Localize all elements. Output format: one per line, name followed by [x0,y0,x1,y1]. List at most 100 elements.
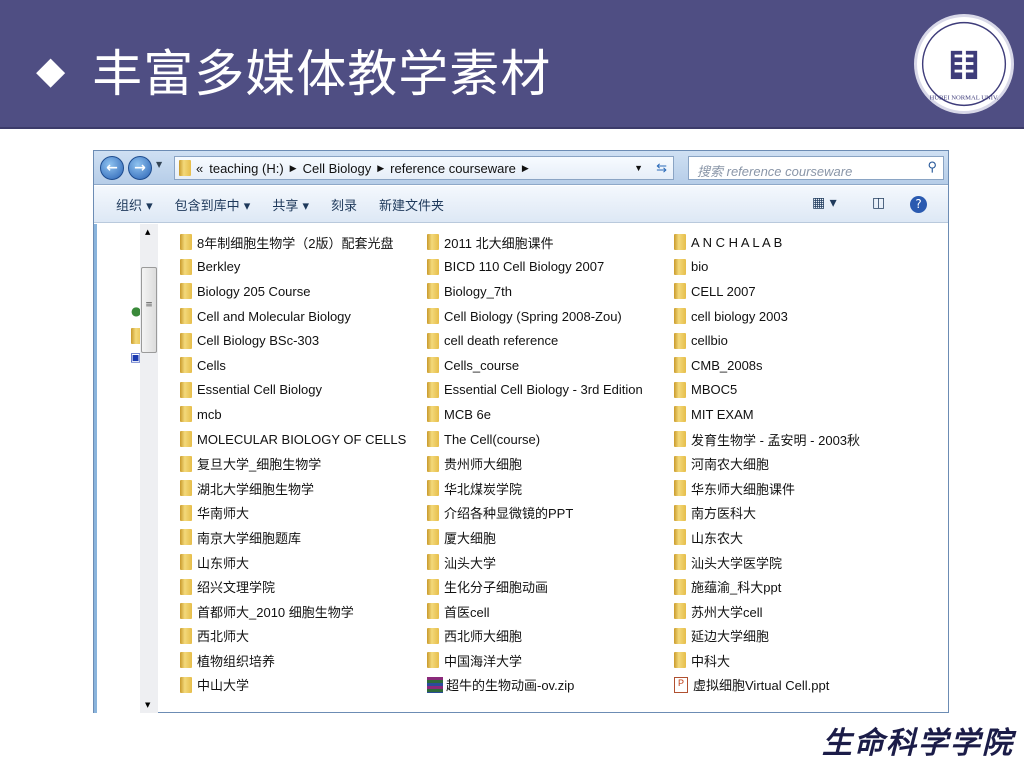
file-item[interactable]: Cells_course [427,353,674,378]
search-icon[interactable]: ⚲ [927,159,937,175]
file-item[interactable]: 厦大细胞 [427,525,674,550]
file-item[interactable]: A N C H A L A B [674,230,874,255]
file-item[interactable]: Biology 205 Course [180,279,427,304]
file-item[interactable]: 中科大 [674,648,874,673]
folder-icon [674,603,686,620]
title-text: 丰富多媒体教学素材 [92,45,552,103]
chevron-right-icon[interactable]: ▶ [290,163,297,174]
file-name: MIT EXAM [691,406,754,422]
file-item[interactable]: CMB_2008s [674,353,874,378]
file-item[interactable]: Cell and Molecular Biology [180,304,427,329]
file-item[interactable]: 华南师大 [180,501,427,526]
back-button[interactable]: ← [100,156,124,180]
file-item[interactable]: Biology_7th [427,279,674,304]
file-item[interactable]: cell death reference [427,328,674,353]
file-item[interactable]: BICD 110 Cell Biology 2007 [427,255,674,280]
file-item[interactable]: MOLECULAR BIOLOGY OF CELLS [180,427,427,452]
file-item[interactable]: 湖北大学细胞生物学 [180,476,427,501]
recent-pages-dropdown-icon[interactable]: ▼ [156,160,162,169]
file-item[interactable]: mcb [180,402,427,427]
file-item[interactable]: Cell Biology (Spring 2008-Zou) [427,304,674,329]
breadcrumb-cell-biology[interactable]: Cell Biology [303,161,372,176]
file-name: Berkley [197,259,241,275]
file-item[interactable]: CELL 2007 [674,279,874,304]
address-bar[interactable]: « teaching (H:) ▶ Cell Biology ▶ reference… [174,156,674,180]
organize-menu[interactable]: 组织 ▾ [116,195,153,214]
new-folder-button[interactable]: 新建文件夹 [379,195,444,214]
file-item[interactable]: 发育生物学 - 孟安明 - 2003秋 [674,427,874,452]
file-item[interactable]: 中国海洋大学 [427,648,674,673]
share-menu[interactable]: 共享 ▾ [272,195,309,214]
include-in-library-menu[interactable]: 包含到库中 ▾ [175,195,251,214]
file-name: Cell and Molecular Biology [197,308,351,324]
file-item[interactable]: 山东农大 [674,525,874,550]
file-item[interactable]: 生化分子细胞动画 [427,574,674,599]
scrollbar-thumb[interactable]: ≡ [141,267,157,353]
file-item[interactable]: 首医cell [427,599,674,624]
file-item[interactable]: 西北师大 [180,624,427,649]
breadcrumb-teaching[interactable]: teaching (H:) [209,161,283,176]
file-item[interactable]: cellbio [674,328,874,353]
file-item[interactable]: Berkley [180,255,427,280]
preview-pane-icon[interactable]: ◫ [872,195,885,211]
file-name: 南方医科大 [691,506,757,522]
file-item[interactable]: Cells [180,353,427,378]
file-name: 超牛的生物动画-ov.zip [446,678,575,694]
file-name: 西北师大细胞 [444,629,523,645]
file-item[interactable]: MIT EXAM [674,402,874,427]
help-icon[interactable]: ? [910,196,927,213]
file-item[interactable]: 绍兴文理学院 [180,574,427,599]
search-input[interactable]: 搜索 reference courseware ⚲ [688,156,944,180]
file-item[interactable]: 8年制细胞生物学（2版）配套光盘 [180,230,427,255]
scroll-down-icon[interactable]: ▼ [145,701,150,709]
file-item[interactable]: bio [674,255,874,280]
file-item[interactable]: 南京大学细胞题库 [180,525,427,550]
file-item[interactable]: 延边大学细胞 [674,624,874,649]
file-item[interactable]: 汕头大学医学院 [674,550,874,575]
file-item[interactable]: Essential Cell Biology - 3rd Edition [427,378,674,403]
file-name: CMB_2008s [691,357,763,373]
file-item[interactable]: 介绍各种显微镜的PPT [427,501,674,526]
folder-icon [674,357,686,374]
file-item[interactable]: 复旦大学_细胞生物学 [180,451,427,476]
file-item[interactable]: 华北煤炭学院 [427,476,674,501]
file-item[interactable]: 山东师大 [180,550,427,575]
chevron-right-icon[interactable]: ▶ [522,163,529,174]
file-item[interactable]: 汕头大学 [427,550,674,575]
scroll-up-icon[interactable]: ▲ [145,228,150,236]
file-item[interactable]: 中山大学 [180,673,427,698]
file-item[interactable]: 河南农大细胞 [674,451,874,476]
refresh-icon[interactable]: ⇆ [656,160,667,176]
file-item[interactable]: 首都师大_2010 细胞生物学 [180,599,427,624]
file-item[interactable]: P 虚拟细胞Virtual Cell.ppt [674,673,874,698]
file-item[interactable]: 南方医科大 [674,501,874,526]
folder-icon [427,234,439,251]
file-item[interactable]: 2011 北大细胞课件 [427,230,674,255]
forward-button[interactable]: → [128,156,152,180]
breadcrumb-reference-courseware[interactable]: reference courseware [390,161,516,176]
vertical-scrollbar[interactable]: ▲ ≡ ▼ [140,224,158,713]
file-item[interactable]: MBOC5 [674,378,874,403]
folder-icon [180,283,192,300]
file-name: 山东师大 [197,555,250,571]
file-item[interactable]: 植物组织培养 [180,648,427,673]
view-options-icon[interactable]: ▦ ▾ [812,195,837,211]
file-item[interactable]: The Cell(course) [427,427,674,452]
folder-icon [180,431,192,448]
file-item[interactable]: 华东师大细胞课件 [674,476,874,501]
file-item[interactable]: Cell Biology BSc-303 [180,328,427,353]
file-item[interactable]: MCB 6e [427,402,674,427]
breadcrumb-overflow[interactable]: « [196,161,203,176]
file-item[interactable]: cell biology 2003 [674,304,874,329]
file-item[interactable]: 贵州师大细胞 [427,451,674,476]
burn-button[interactable]: 刻录 [331,195,357,214]
file-item[interactable]: 超牛的生物动画-ov.zip [427,673,674,698]
chevron-right-icon[interactable]: ▶ [377,163,384,174]
folder-icon [427,480,439,497]
file-name: 中国海洋大学 [444,653,523,669]
file-item[interactable]: Essential Cell Biology [180,378,427,403]
file-item[interactable]: 苏州大学cell [674,599,874,624]
file-item[interactable]: 施蕴渝_科大ppt [674,574,874,599]
file-item[interactable]: 西北师大细胞 [427,624,674,649]
address-dropdown-icon[interactable]: ▼ [634,163,643,173]
